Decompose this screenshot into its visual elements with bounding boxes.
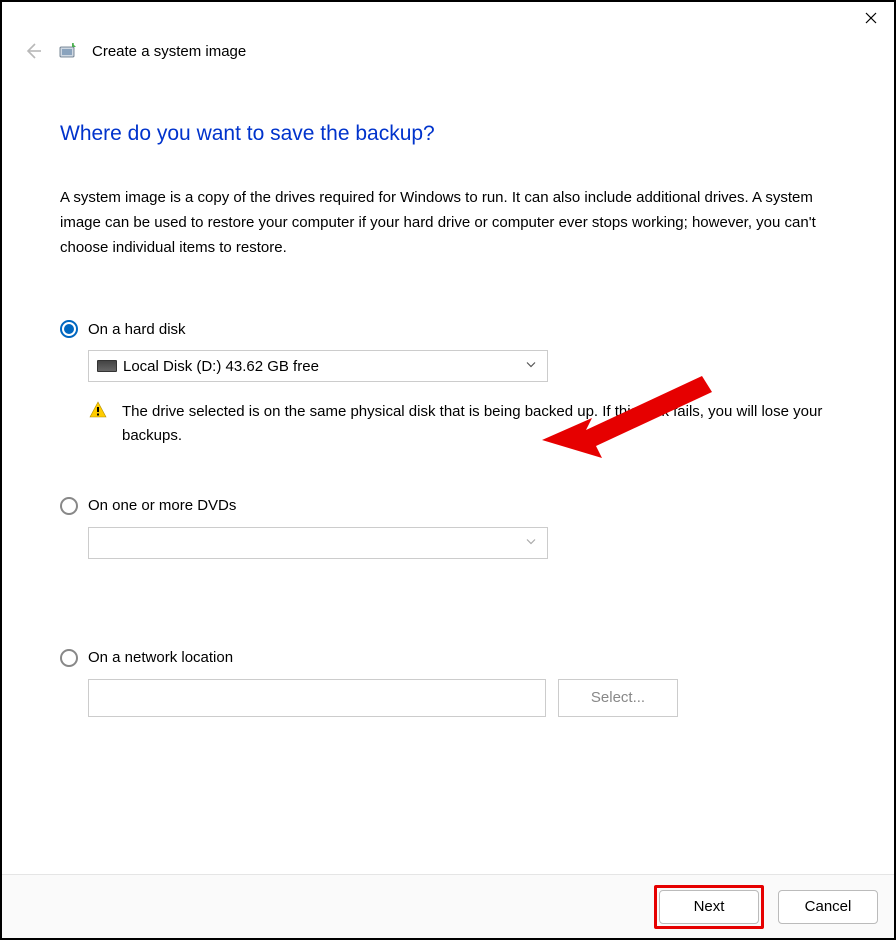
system-image-icon — [58, 41, 78, 61]
radio-network-label: On a network location — [88, 649, 233, 666]
network-path-input[interactable] — [88, 679, 546, 717]
back-button[interactable] — [22, 40, 44, 62]
warning-text: The drive selected is on the same physic… — [122, 400, 838, 447]
cancel-button-label: Cancel — [805, 898, 852, 915]
header-row: Create a system image — [2, 34, 894, 62]
footer: Next Cancel — [2, 874, 894, 938]
option-network: On a network location Select... — [60, 649, 854, 717]
page-description: A system image is a copy of the drives r… — [60, 186, 850, 260]
radio-dvds-label: On one or more DVDs — [88, 497, 236, 514]
drive-icon — [97, 360, 117, 372]
next-button[interactable]: Next — [659, 890, 759, 924]
warning-icon — [88, 400, 108, 420]
network-select-label: Select... — [591, 689, 645, 706]
content-area: Where do you want to save the backup? A … — [2, 62, 894, 874]
radio-hard-disk[interactable] — [60, 320, 78, 338]
back-arrow-icon — [23, 41, 43, 61]
option-hard-disk: On a hard disk Local Disk (D:) 43.62 GB … — [60, 320, 854, 447]
radio-hard-disk-label: On a hard disk — [88, 321, 186, 338]
next-button-highlight: Next — [654, 885, 764, 929]
radio-dvds[interactable] — [60, 497, 78, 515]
option-dvds: On one or more DVDs — [60, 497, 854, 559]
radio-dvds-row[interactable]: On one or more DVDs — [60, 497, 854, 515]
titlebar — [2, 2, 894, 34]
close-button[interactable] — [848, 2, 894, 34]
radio-hard-disk-row[interactable]: On a hard disk — [60, 320, 854, 338]
network-row: Select... — [88, 679, 854, 717]
wizard-title: Create a system image — [92, 43, 246, 60]
next-button-label: Next — [694, 898, 725, 915]
warning-row: The drive selected is on the same physic… — [88, 400, 838, 447]
hard-disk-selected: Local Disk (D:) 43.62 GB free — [123, 358, 319, 375]
wizard-window: Create a system image Where do you want … — [0, 0, 896, 940]
page-heading: Where do you want to save the backup? — [60, 122, 854, 146]
chevron-down-icon — [525, 358, 537, 375]
radio-network[interactable] — [60, 649, 78, 667]
cancel-button[interactable]: Cancel — [778, 890, 878, 924]
dvds-dropdown[interactable] — [88, 527, 548, 559]
radio-network-row[interactable]: On a network location — [60, 649, 854, 667]
close-icon — [865, 12, 877, 24]
hard-disk-dropdown[interactable]: Local Disk (D:) 43.62 GB free — [88, 350, 548, 382]
network-select-button[interactable]: Select... — [558, 679, 678, 717]
chevron-down-icon — [525, 534, 537, 551]
